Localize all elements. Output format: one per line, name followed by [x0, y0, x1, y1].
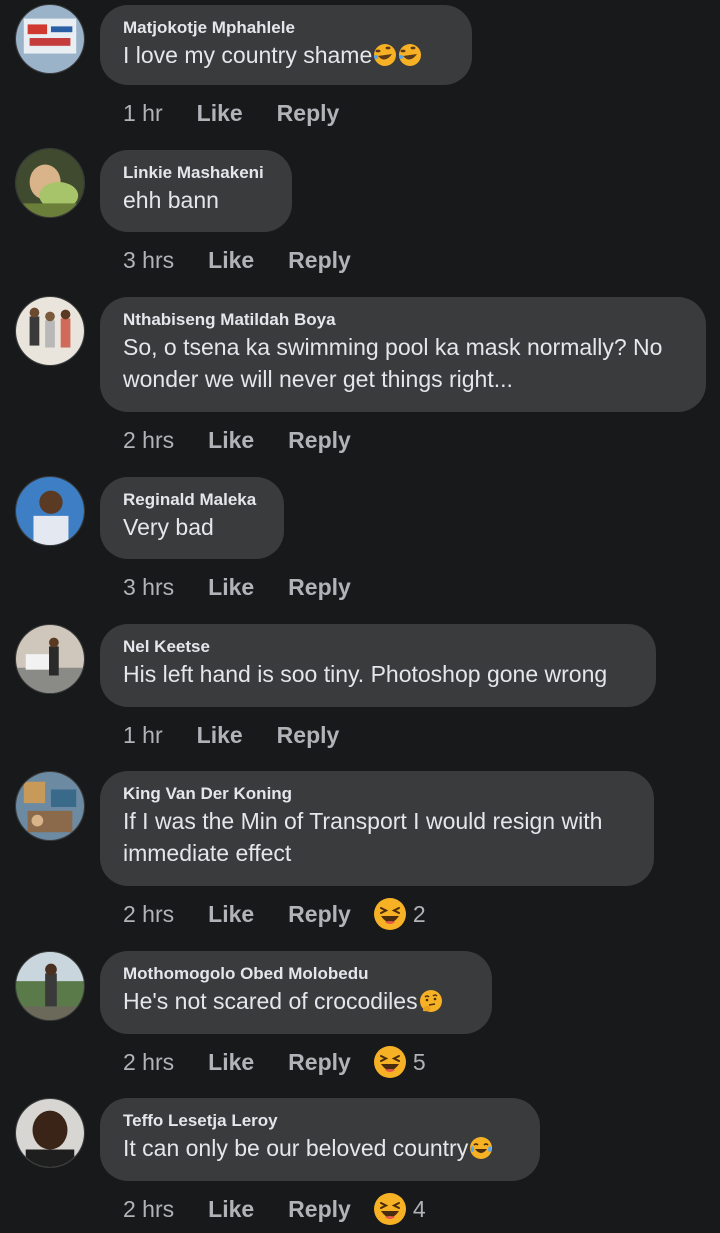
avatar[interactable]	[15, 951, 85, 1021]
reply-button[interactable]: Reply	[288, 574, 351, 601]
thinking-emoji	[419, 989, 443, 1013]
avatar[interactable]	[15, 624, 85, 694]
reply-button[interactable]: Reply	[277, 722, 340, 749]
avatar[interactable]	[15, 148, 85, 218]
avatar[interactable]	[15, 1098, 85, 1168]
comment-timestamp[interactable]: 2 hrs	[123, 427, 174, 454]
comment-actions: 2 hrs Like Reply 4	[123, 1192, 426, 1226]
reaction-summary[interactable]: 5	[373, 1045, 426, 1079]
avatar[interactable]	[15, 771, 85, 841]
like-button[interactable]: Like	[208, 574, 254, 601]
comment-bubble[interactable]: Reginald Maleka Very bad	[100, 477, 284, 559]
tears-of-joy-emoji	[469, 1136, 493, 1160]
comment-author[interactable]: Teffo Lesetja Leroy	[123, 1110, 518, 1132]
comment-actions: 3 hrs Like Reply	[123, 243, 351, 277]
avatar[interactable]	[15, 476, 85, 546]
haha-reaction-icon	[373, 897, 407, 931]
comment-text-content: He's not scared of crocodiles	[123, 988, 418, 1014]
reply-button[interactable]: Reply	[288, 901, 351, 928]
comment-actions: 2 hrs Like Reply 2	[123, 897, 426, 931]
comment-author[interactable]: Matjokotje Mphahlele	[123, 17, 450, 39]
comment-bubble[interactable]: King Van Der Koning If I was the Min of …	[100, 771, 654, 886]
like-button[interactable]: Like	[208, 1196, 254, 1223]
comment-text: He's not scared of crocodiles	[123, 985, 470, 1017]
comment-text: If I was the Min of Transport I would re…	[123, 808, 603, 866]
comment-text: I love my country shame	[123, 39, 450, 71]
haha-reaction-icon	[373, 1045, 407, 1079]
comment-bubble[interactable]: Teffo Lesetja Leroy It can only be our b…	[100, 1098, 540, 1181]
comment-text-content: I love my country shame	[123, 42, 373, 68]
comment-author[interactable]: Nthabiseng Matildah Boya	[123, 309, 684, 331]
comment-timestamp[interactable]: 1 hr	[123, 722, 163, 749]
comment-author[interactable]: King Van Der Koning	[123, 783, 632, 805]
comment-bubble[interactable]: Matjokotje Mphahlele I love my country s…	[100, 5, 472, 85]
comment-text: It can only be our beloved country	[123, 1132, 518, 1164]
comment-bubble[interactable]: Linkie Mashakeni ehh bann	[100, 150, 292, 232]
avatar[interactable]	[15, 296, 85, 366]
comment-actions: 2 hrs Like Reply 5	[123, 1045, 426, 1079]
like-button[interactable]: Like	[197, 100, 243, 127]
reaction-count: 2	[412, 900, 426, 927]
comment-author[interactable]: Mothomogolo Obed Molobedu	[123, 963, 470, 985]
comment-timestamp[interactable]: 1 hr	[123, 100, 163, 127]
comment-bubble[interactable]: Nel Keetse His left hand is soo tiny. Ph…	[100, 624, 656, 707]
reply-button[interactable]: Reply	[288, 1049, 351, 1076]
reaction-summary[interactable]: 2	[373, 897, 426, 931]
like-button[interactable]: Like	[208, 247, 254, 274]
like-button[interactable]: Like	[208, 1049, 254, 1076]
like-button[interactable]: Like	[208, 901, 254, 928]
reply-button[interactable]: Reply	[288, 247, 351, 274]
reaction-count: 5	[412, 1048, 426, 1075]
comment-text: So, o tsena ka swimming pool ka mask nor…	[123, 334, 663, 392]
like-button[interactable]: Like	[208, 427, 254, 454]
comment-author[interactable]: Nel Keetse	[123, 636, 634, 658]
avatar[interactable]	[15, 4, 85, 74]
haha-reaction-icon	[373, 1192, 407, 1226]
comment-bubble[interactable]: Mothomogolo Obed Molobedu He's not scare…	[100, 951, 492, 1034]
comment-timestamp[interactable]: 2 hrs	[123, 901, 174, 928]
reply-button[interactable]: Reply	[277, 100, 340, 127]
comment-actions: 1 hr Like Reply	[123, 718, 339, 752]
comment-actions: 3 hrs Like Reply	[123, 570, 351, 604]
comment-text: ehh bann	[123, 187, 219, 213]
comment-author[interactable]: Linkie Mashakeni	[123, 162, 270, 184]
rolling-laughing-emoji	[373, 43, 397, 67]
comment-timestamp[interactable]: 3 hrs	[123, 247, 174, 274]
reply-button[interactable]: Reply	[288, 427, 351, 454]
like-button[interactable]: Like	[197, 722, 243, 749]
comment-actions: 2 hrs Like Reply	[123, 423, 351, 457]
comment-timestamp[interactable]: 2 hrs	[123, 1196, 174, 1223]
reaction-summary[interactable]: 4	[373, 1192, 426, 1226]
comment-text: His left hand is soo tiny. Photoshop gon…	[123, 661, 608, 687]
comment-timestamp[interactable]: 3 hrs	[123, 574, 174, 601]
comment-author[interactable]: Reginald Maleka	[123, 489, 262, 511]
comment-text: Very bad	[123, 514, 214, 540]
comment-bubble[interactable]: Nthabiseng Matildah Boya So, o tsena ka …	[100, 297, 706, 412]
reaction-count: 4	[412, 1195, 426, 1222]
rolling-laughing-emoji	[398, 43, 422, 67]
reply-button[interactable]: Reply	[288, 1196, 351, 1223]
comment-timestamp[interactable]: 2 hrs	[123, 1049, 174, 1076]
comment-text-content: It can only be our beloved country	[123, 1135, 469, 1161]
comment-actions: 1 hr Like Reply	[123, 96, 339, 130]
